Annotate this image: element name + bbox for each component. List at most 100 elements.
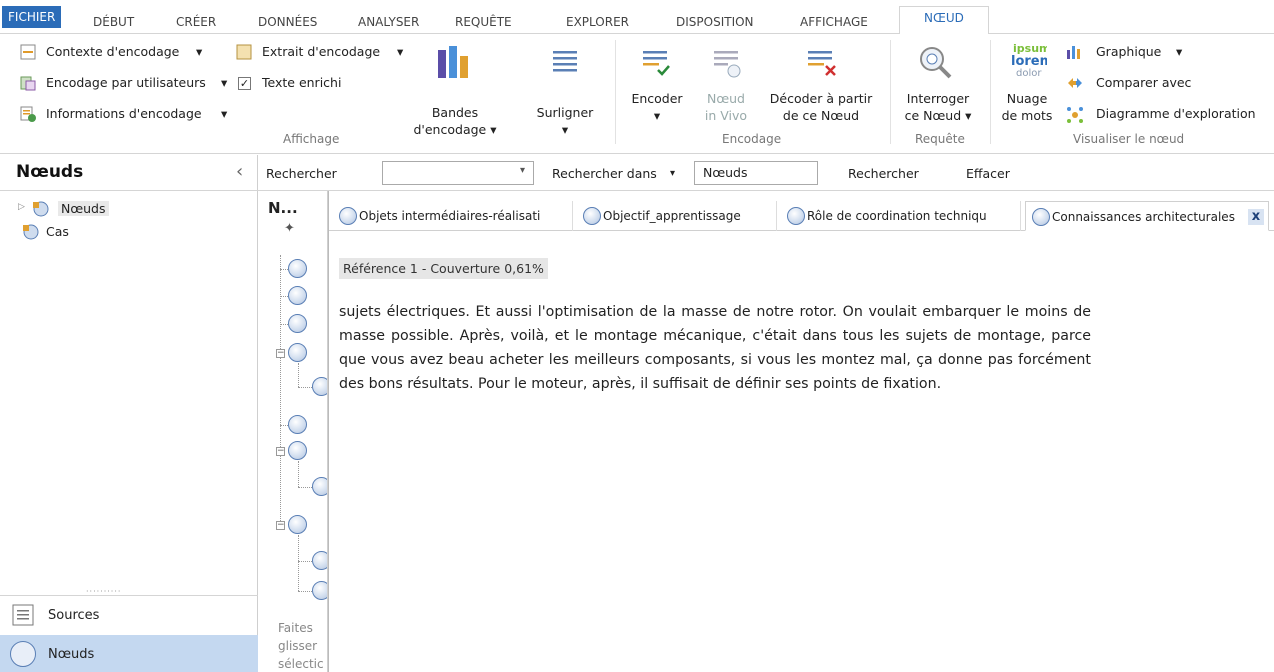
- node-circle-icon: [583, 207, 601, 225]
- coding-stripes-icon: [438, 46, 468, 78]
- exploration-diagram-button[interactable]: Diagramme d'exploration: [1096, 106, 1256, 121]
- tab-donnees[interactable]: DONNÉES: [258, 10, 317, 34]
- tab-noeud[interactable]: NŒUD: [899, 6, 989, 35]
- search-in-dropdown[interactable]: Rechercher dans: [552, 166, 657, 181]
- doc-tab[interactable]: Objets intermédiaires-réalisati: [333, 201, 573, 231]
- node-circle-icon[interactable]: [288, 415, 307, 434]
- coding-stripes-button[interactable]: Bandes d'encodage ▾: [410, 104, 500, 138]
- expand-minus-icon[interactable]: −: [276, 521, 285, 530]
- tree-connector: [280, 324, 288, 325]
- chevron-down-icon[interactable]: ▾: [221, 75, 227, 90]
- tab-creer[interactable]: CRÉER: [176, 10, 216, 34]
- exploration-diagram-icon: [1067, 107, 1083, 123]
- magnifier-icon: [920, 47, 952, 79]
- nav-sources[interactable]: Sources: [0, 595, 258, 635]
- node-circle-icon[interactable]: [312, 581, 327, 600]
- tab-affichage[interactable]: AFFICHAGE: [800, 10, 868, 34]
- node-circle-icon[interactable]: [288, 314, 307, 333]
- node-circle-icon[interactable]: [288, 441, 307, 460]
- node-circle-icon[interactable]: [312, 377, 327, 396]
- tab-analyser[interactable]: ANALYSER: [358, 10, 419, 34]
- close-icon[interactable]: x: [1248, 209, 1264, 225]
- chevron-down-icon[interactable]: ▾: [520, 165, 525, 176]
- node-circle-icon[interactable]: [288, 259, 307, 278]
- search-scope-field[interactable]: Nœuds: [694, 161, 818, 185]
- nvivo-window: FICHIER DÉBUT CRÉER DONNÉES ANALYSER REQ…: [0, 0, 1274, 672]
- chevron-down-icon[interactable]: ▾: [1176, 44, 1182, 59]
- cases-folder-icon: [23, 224, 39, 240]
- coding-stripes-label-1: Bandes: [431, 105, 479, 120]
- encoding-by-users-button[interactable]: Encodage par utilisateurs: [46, 75, 206, 90]
- doc-tab-label: Rôle de coordination techniqu: [807, 209, 987, 223]
- node-circle-icon[interactable]: [288, 286, 307, 305]
- chevron-down-icon[interactable]: ▾: [221, 106, 227, 121]
- word-cloud-button[interactable]: Nuage de mots: [999, 90, 1055, 124]
- tree-connector: [280, 269, 288, 270]
- highlight-button[interactable]: Surligner ▾: [526, 104, 604, 138]
- tab-fichier[interactable]: FICHIER: [2, 6, 62, 28]
- word-cloud-label-2: de mots: [1001, 108, 1053, 123]
- reference-header: Référence 1 - Couverture 0,61%: [339, 258, 548, 279]
- tree-connector: [298, 387, 312, 388]
- group-label-affichage: Affichage: [283, 132, 340, 146]
- in-vivo-label-1: Nœud: [707, 91, 745, 106]
- query-node-button[interactable]: Interroger ce Nœud ▾: [896, 90, 980, 124]
- search-scope-value: Nœuds: [703, 165, 748, 180]
- node-circle-icon[interactable]: [288, 515, 307, 534]
- chevron-down-icon[interactable]: ▾: [196, 44, 202, 59]
- group-label-visualiser: Visualiser le nœud: [1073, 132, 1185, 146]
- doc-tab-label: Objectif_apprentissage: [603, 209, 741, 223]
- encode-button[interactable]: Encoder ▾: [625, 90, 689, 124]
- uncode-icon: [808, 51, 836, 76]
- chart-button[interactable]: Graphique: [1096, 44, 1161, 59]
- navigation-title: Nœuds: [16, 162, 84, 182]
- detail-view: Objets intermédiaires-réalisati Objectif…: [328, 191, 1274, 672]
- coding-excerpt-button[interactable]: Extrait d'encodage: [262, 44, 380, 59]
- uncode-button[interactable]: Décoder à partir de ce Nœud: [763, 90, 879, 124]
- compare-with-button[interactable]: Comparer avec: [1096, 75, 1191, 90]
- in-vivo-icon: [714, 51, 741, 78]
- rich-text-label: Texte enrichi: [262, 75, 342, 90]
- search-label: Rechercher: [266, 166, 337, 181]
- tab-debut[interactable]: DÉBUT: [93, 10, 134, 34]
- encoding-info-button[interactable]: Informations d'encodage: [46, 106, 202, 121]
- tree-connector: [298, 535, 299, 591]
- highlight-icon: [553, 51, 577, 72]
- tab-disposition[interactable]: DISPOSITION: [676, 10, 754, 34]
- pin-icon[interactable]: ✦: [284, 221, 295, 236]
- chevron-down-icon[interactable]: ▾: [397, 44, 403, 59]
- doc-tab-active[interactable]: Connaissances architecturales x: [1025, 201, 1269, 231]
- node-circle-icon[interactable]: [312, 477, 327, 496]
- in-vivo-button[interactable]: Nœud in Vivo: [695, 90, 757, 124]
- collapse-chevron-icon[interactable]: ‹: [236, 161, 243, 182]
- expand-minus-icon[interactable]: −: [276, 447, 285, 456]
- tab-explorer[interactable]: EXPLORER: [566, 10, 629, 34]
- group-label-encodage: Encodage: [722, 132, 782, 146]
- expand-minus-icon[interactable]: −: [276, 349, 285, 358]
- tab-requete[interactable]: REQUÊTE: [455, 10, 512, 34]
- chevron-down-icon[interactable]: ▾: [670, 168, 675, 179]
- search-input[interactable]: ▾: [382, 161, 534, 185]
- drag-hint: Faites glisser sélectic: [278, 619, 324, 672]
- chart-icon: [1067, 46, 1080, 59]
- nav-noeuds[interactable]: Nœuds: [0, 635, 258, 672]
- node-circle-icon[interactable]: [312, 551, 327, 570]
- encoding-context-icon: [20, 44, 36, 60]
- clear-button[interactable]: Effacer: [966, 166, 1010, 181]
- encoding-context-button[interactable]: Contexte d'encodage: [46, 44, 179, 59]
- tree-connector: [298, 591, 312, 592]
- node-circle-icon[interactable]: [288, 343, 307, 362]
- encode-label: Encoder: [631, 91, 683, 106]
- nodes-folder-icon: [33, 201, 49, 217]
- word-cloud-word: dolor: [1016, 68, 1042, 79]
- expand-arrow-icon[interactable]: ▷: [18, 202, 25, 212]
- word-cloud-label-1: Nuage: [1006, 91, 1048, 106]
- coding-excerpt-icon: [236, 44, 252, 60]
- doc-tab-label: Objets intermédiaires-réalisati: [359, 209, 541, 223]
- doc-tab[interactable]: Objectif_apprentissage: [577, 201, 777, 231]
- rich-text-checkbox[interactable]: ✓: [238, 77, 251, 90]
- find-now-button[interactable]: Rechercher: [848, 166, 919, 181]
- navigation-pane: Nœuds ‹ ▷ Nœuds Cas ·········· Sources N…: [0, 155, 258, 672]
- doc-tab[interactable]: Rôle de coordination techniqu: [781, 201, 1021, 231]
- word-cloud-icon: ipsum lorem dolor: [1011, 42, 1047, 79]
